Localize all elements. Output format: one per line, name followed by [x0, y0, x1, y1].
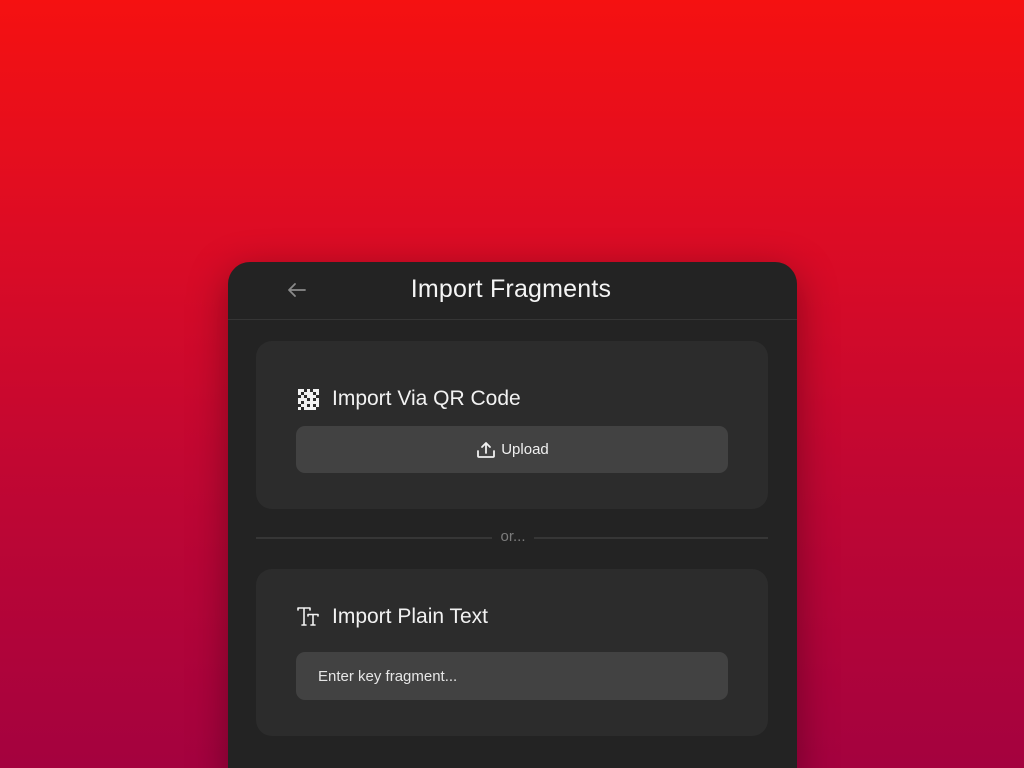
qr-import-card: Import Via QR Code Upload [256, 341, 768, 509]
import-fragments-dialog: Import Fragments Import Via QR Code Uplo… [228, 262, 797, 768]
upload-icon [475, 440, 497, 460]
divider-line-right [534, 537, 768, 539]
divider-label: or... [500, 528, 526, 545]
key-fragment-input[interactable] [296, 652, 728, 700]
text-import-heading-text: Import Plain Text [332, 605, 489, 628]
text-import-card: Import Plain Text [256, 569, 768, 736]
qr-code-icon [296, 387, 320, 411]
upload-button[interactable]: Upload [296, 426, 728, 473]
qr-import-heading: Import Via QR Code [296, 387, 521, 411]
or-divider: or... [256, 527, 768, 547]
upload-button-label: Upload [501, 441, 549, 458]
dialog-title: Import Fragments [410, 275, 612, 303]
text-type-icon [296, 605, 320, 629]
qr-import-heading-text: Import Via QR Code [332, 387, 521, 410]
text-import-heading: Import Plain Text [296, 605, 488, 629]
dialog-header: Import Fragments [228, 262, 797, 320]
divider-line-left [256, 537, 492, 539]
